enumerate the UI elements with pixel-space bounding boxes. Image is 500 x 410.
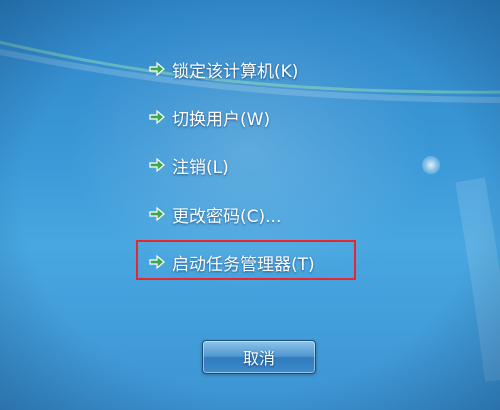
highlight-annotation-box [136, 240, 356, 280]
menu-item-label: 更改密码(C)... [172, 206, 282, 227]
green-arrow-icon [148, 60, 166, 78]
secure-options-screen: 锁定该计算机(K) 切换用户(W) 注销(L) 更改密码(C)... 启动任务管 [0, 0, 500, 410]
menu-item-label: 锁定该计算机(K) [172, 61, 299, 82]
green-arrow-icon [148, 156, 166, 174]
menu-item-label: 注销(L) [172, 157, 229, 178]
menu-item-lock-computer[interactable]: 锁定该计算机(K) [148, 55, 298, 83]
cancel-button[interactable]: 取消 [202, 340, 316, 374]
menu-item-log-off[interactable]: 注销(L) [148, 151, 229, 179]
menu-item-label: 切换用户(W) [172, 109, 271, 130]
menu-item-switch-user[interactable]: 切换用户(W) [148, 103, 270, 131]
green-arrow-icon [148, 108, 166, 126]
green-arrow-icon [148, 205, 166, 223]
menu-item-change-password[interactable]: 更改密码(C)... [148, 200, 281, 228]
background-glow [422, 156, 440, 174]
